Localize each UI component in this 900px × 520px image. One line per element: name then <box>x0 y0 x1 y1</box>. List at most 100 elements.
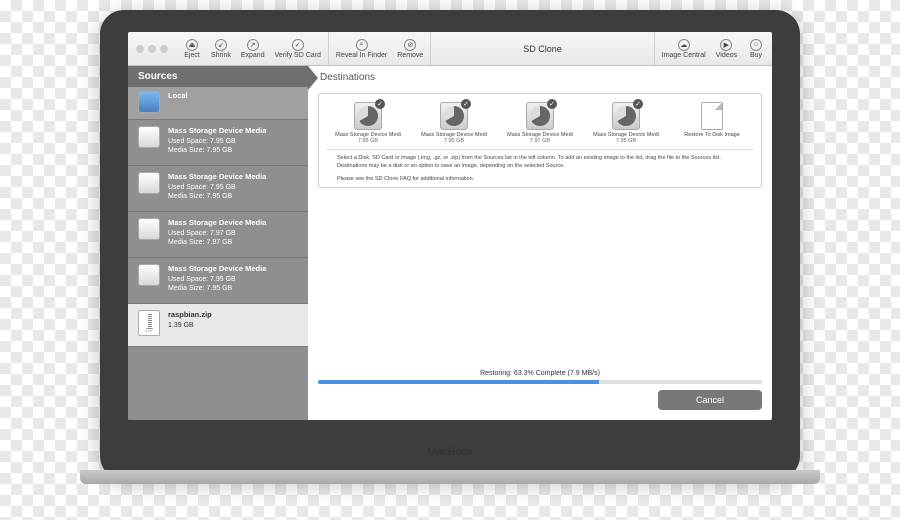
destination-item[interactable]: ✓ Mass Storage Device Medi 7.95 GB <box>585 102 667 144</box>
source-size: Media Size: 7.95 GB <box>168 146 266 155</box>
dest-size: 7.95 GB <box>358 138 378 144</box>
verify-button[interactable]: ✓Verify SD Card <box>271 38 325 60</box>
check-icon: ✓ <box>547 99 557 109</box>
dest-size <box>711 138 713 144</box>
toolbar-label: Buy <box>750 52 762 59</box>
disk-icon: ✓ <box>612 102 640 130</box>
magnify-icon: ⌕ <box>356 39 368 51</box>
source-zip[interactable]: ZIP raspbian.zip1.39 GB <box>128 304 308 347</box>
destinations-area: ✓ Mass Storage Device Medi 7.95 GB ✓ Mas… <box>318 93 762 188</box>
expand-icon: ↗ <box>247 39 259 51</box>
toolbar-label: Reveal In Finder <box>336 52 387 59</box>
check-icon: ✓ <box>375 99 385 109</box>
cart-icon: ⌂ <box>750 39 762 51</box>
video-icon: ▶ <box>720 39 732 51</box>
body: Sources Local Mass Storage Device MediaU… <box>128 66 772 420</box>
source-used: Used Space: 7.97 GB <box>168 229 266 238</box>
verify-icon: ✓ <box>292 39 304 51</box>
toolbar: ⏏Eject ↙Shrink ↗Expand ✓Verify SD Card ⌕… <box>128 32 772 66</box>
dest-size: 7.97 GB <box>530 138 550 144</box>
disk-icon: ✓ <box>440 102 468 130</box>
buy-button[interactable]: ⌂Buy <box>743 38 769 60</box>
destination-item[interactable]: ✓ Mass Storage Device Medi 7.95 GB <box>413 102 495 144</box>
source-size: 1.39 GB <box>168 321 212 330</box>
dest-size: 7.95 GB <box>444 138 464 144</box>
zip-icon: ZIP <box>138 310 160 336</box>
dest-size: 7.95 GB <box>616 138 636 144</box>
toolbar-group-right: ☁Image Central ▶Videos ⌂Buy <box>654 32 772 65</box>
shrink-icon: ↙ <box>215 39 227 51</box>
globe-icon: ☁ <box>678 39 690 51</box>
laptop-base <box>80 470 820 484</box>
progress-fill <box>318 380 599 384</box>
button-row: Cancel <box>308 390 772 420</box>
shrink-button[interactable]: ↙Shrink <box>207 38 235 60</box>
source-drive[interactable]: Mass Storage Device MediaUsed Space: 7.9… <box>128 212 308 258</box>
eject-button[interactable]: ⏏Eject <box>179 38 205 60</box>
source-name: Mass Storage Device Media <box>168 172 266 182</box>
source-local[interactable]: Local <box>128 87 308 120</box>
drive-icon <box>138 172 160 194</box>
close-icon[interactable] <box>136 45 144 53</box>
info-text: Select a Disk, SD Card or image (.img, .… <box>337 154 743 171</box>
progress-label: Restoring: 63.3% Complete (7.9 MB/s) <box>308 370 772 377</box>
toolbar-label: Eject <box>184 52 200 59</box>
videos-button[interactable]: ▶Videos <box>712 38 741 60</box>
source-drive[interactable]: Mass Storage Device MediaUsed Space: 7.9… <box>128 258 308 304</box>
source-used: Used Space: 7.95 GB <box>168 183 266 192</box>
spacer <box>308 192 772 370</box>
info-text: Please see the SD Clone FAQ for addition… <box>337 175 743 183</box>
source-name: Local <box>168 91 188 101</box>
toolbar-label: Videos <box>716 52 737 59</box>
drive-icon <box>138 126 160 148</box>
source-used: Used Space: 7.95 GB <box>168 137 266 146</box>
destination-restore[interactable]: Restore To Disk Image <box>671 102 753 144</box>
toolbar-group-left: ⏏Eject ↙Shrink ↗Expand ✓Verify SD Card <box>176 32 329 65</box>
check-icon: ✓ <box>461 99 471 109</box>
disk-icon: ✓ <box>354 102 382 130</box>
destination-item[interactable]: ✓ Mass Storage Device Medi 7.97 GB <box>499 102 581 144</box>
toolbar-label: Verify SD Card <box>275 52 321 59</box>
sidebar: Sources Local Mass Storage Device MediaU… <box>128 66 308 420</box>
sources-list: Local Mass Storage Device MediaUsed Spac… <box>128 87 308 420</box>
drive-icon <box>138 218 160 240</box>
toolbar-label: Shrink <box>211 52 231 59</box>
zoom-icon[interactable] <box>160 45 168 53</box>
toolbar-label: Image Central <box>662 52 706 59</box>
laptop-frame: ⏏Eject ↙Shrink ↗Expand ✓Verify SD Card ⌕… <box>100 10 800 480</box>
destination-item[interactable]: ✓ Mass Storage Device Medi 7.95 GB <box>327 102 409 144</box>
main-panel: Destinations ✓ Mass Storage Device Medi … <box>308 66 772 420</box>
destinations-row: ✓ Mass Storage Device Medi 7.95 GB ✓ Mas… <box>327 102 753 144</box>
remove-button[interactable]: ⊘Remove <box>393 38 427 60</box>
minimize-icon[interactable] <box>148 45 156 53</box>
sources-header: Sources <box>128 66 308 87</box>
eject-icon: ⏏ <box>186 39 198 51</box>
source-size: Media Size: 7.95 GB <box>168 192 266 201</box>
expand-button[interactable]: ↗Expand <box>237 38 269 60</box>
source-used: Used Space: 7.95 GB <box>168 275 266 284</box>
disk-icon: ✓ <box>526 102 554 130</box>
file-icon <box>701 102 723 130</box>
source-name: raspbian.zip <box>168 310 212 320</box>
toolbar-group-middle: ⌕Reveal In Finder ⊘Remove <box>329 32 431 65</box>
source-name: Mass Storage Device Media <box>168 126 266 136</box>
computer-icon <box>138 91 160 113</box>
progress-bar <box>318 380 762 384</box>
toolbar-label: Remove <box>397 52 423 59</box>
source-size: Media Size: 7.95 GB <box>168 284 266 293</box>
source-name: Mass Storage Device Media <box>168 264 266 274</box>
cancel-button[interactable]: Cancel <box>658 390 762 410</box>
source-drive[interactable]: Mass Storage Device MediaUsed Space: 7.9… <box>128 166 308 212</box>
drive-icon <box>138 264 160 286</box>
destinations-header: Destinations <box>308 66 772 89</box>
toolbar-label: Expand <box>241 52 265 59</box>
divider <box>327 149 753 150</box>
source-drive[interactable]: Mass Storage Device MediaUsed Space: 7.9… <box>128 120 308 166</box>
source-size: Media Size: 7.97 GB <box>168 238 266 247</box>
image-central-button[interactable]: ☁Image Central <box>658 38 710 60</box>
window-controls[interactable] <box>128 45 176 53</box>
window-title: SD Clone <box>431 44 653 54</box>
source-name: Mass Storage Device Media <box>168 218 266 228</box>
reveal-button[interactable]: ⌕Reveal In Finder <box>332 38 391 60</box>
remove-icon: ⊘ <box>404 39 416 51</box>
